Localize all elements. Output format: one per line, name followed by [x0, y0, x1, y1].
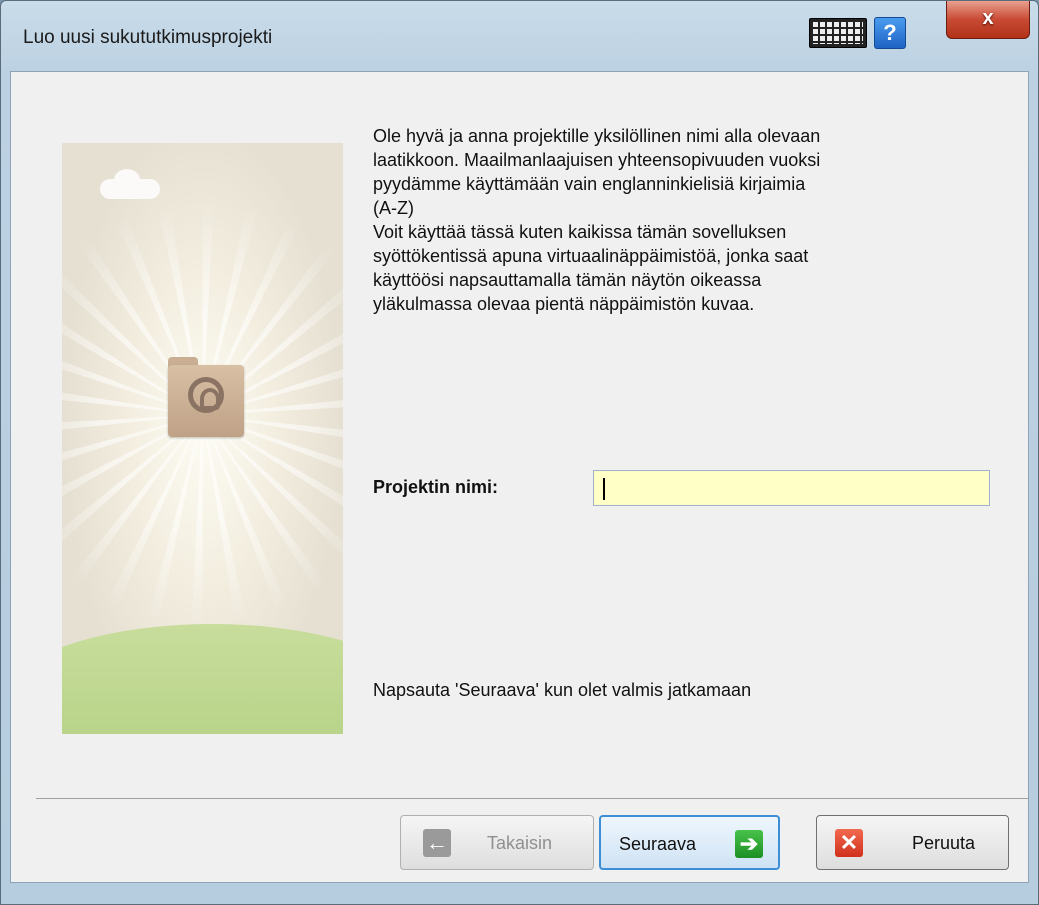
footer-divider [36, 798, 1028, 799]
cloud-icon [100, 169, 160, 199]
project-name-input[interactable] [593, 470, 990, 506]
dialog-content: Ole hyvä ja anna projektille yksilölline… [10, 71, 1029, 883]
next-button-label: Seuraava [619, 834, 697, 854]
text-caret [603, 478, 605, 500]
title-bar[interactable]: Luo uusi sukututkimusprojekti ? x [1, 1, 1038, 71]
back-button[interactable]: ← Takaisin [400, 815, 594, 870]
help-icon[interactable]: ? [874, 17, 906, 49]
green-hill [62, 624, 343, 734]
project-name-label: Projektin nimi: [373, 477, 499, 497]
instructions-text: Ole hyvä ja anna projektille yksilölline… [373, 126, 821, 314]
window-title: Luo uusi sukututkimusprojekti [23, 27, 273, 48]
arrow-right-icon: ➔ [735, 830, 763, 858]
cancel-button[interactable]: ✕ Peruuta [816, 815, 1009, 870]
dialog-window: Luo uusi sukututkimusprojekti ? x Ole hy… [0, 0, 1039, 905]
family-tree-folder-icon [168, 357, 244, 437]
close-icon[interactable]: x [946, 1, 1030, 39]
next-hint-text: Napsauta 'Seuraava' kun olet valmis jatk… [373, 680, 752, 700]
x-icon: ✕ [835, 829, 863, 857]
wizard-illustration [62, 143, 343, 734]
next-button[interactable]: Seuraava ➔ [599, 815, 780, 870]
cancel-button-label: Peruuta [912, 833, 976, 853]
back-button-label: Takaisin [487, 833, 553, 853]
keyboard-icon[interactable] [809, 18, 867, 48]
arrow-left-icon: ← [423, 829, 451, 857]
